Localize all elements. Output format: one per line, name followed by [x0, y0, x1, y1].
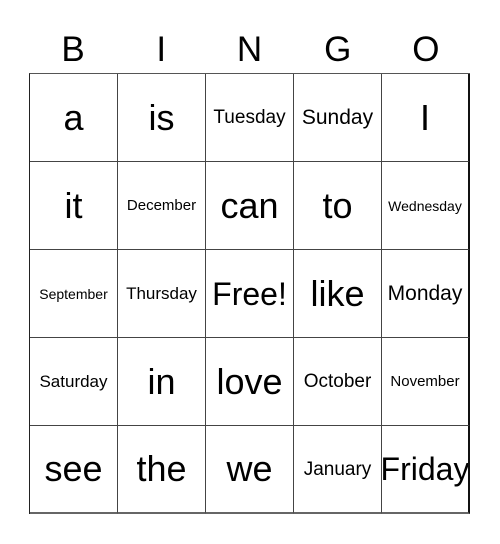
bingo-cell[interactable]: Monday: [382, 250, 470, 338]
bingo-cell[interactable]: Tuesday: [206, 74, 294, 162]
bingo-cell[interactable]: to: [294, 162, 382, 250]
bingo-cell[interactable]: love: [206, 338, 294, 426]
header-letter-b: B: [61, 29, 85, 69]
bingo-cell[interactable]: like: [294, 250, 382, 338]
bingo-cell[interactable]: Thursday: [118, 250, 206, 338]
bingo-cell[interactable]: it: [30, 162, 118, 250]
bingo-header: B I N G O: [29, 26, 470, 72]
header-letter-o: O: [412, 29, 440, 69]
bingo-cell[interactable]: the: [118, 426, 206, 514]
bingo-cell[interactable]: Wednesday: [382, 162, 470, 250]
header-letter-g: G: [324, 29, 352, 69]
bingo-cell[interactable]: in: [118, 338, 206, 426]
bingo-cell[interactable]: we: [206, 426, 294, 514]
bingo-cell[interactable]: Saturday: [30, 338, 118, 426]
free-space-cell[interactable]: Free!: [206, 250, 294, 338]
bingo-cell[interactable]: I: [382, 74, 470, 162]
bingo-cell[interactable]: January: [294, 426, 382, 514]
bingo-card-grid: a is Tuesday Sunday I it December can to…: [29, 73, 470, 514]
bingo-cell[interactable]: see: [30, 426, 118, 514]
bingo-cell[interactable]: can: [206, 162, 294, 250]
bingo-cell[interactable]: is: [118, 74, 206, 162]
bingo-cell[interactable]: September: [30, 250, 118, 338]
bingo-cell[interactable]: Friday: [382, 426, 470, 514]
bingo-cell[interactable]: October: [294, 338, 382, 426]
bingo-cell[interactable]: November: [382, 338, 470, 426]
header-letter-n: N: [236, 29, 263, 69]
bingo-cell[interactable]: a: [30, 74, 118, 162]
header-letter-i: I: [156, 29, 167, 69]
bingo-cell[interactable]: Sunday: [294, 74, 382, 162]
bingo-cell[interactable]: December: [118, 162, 206, 250]
